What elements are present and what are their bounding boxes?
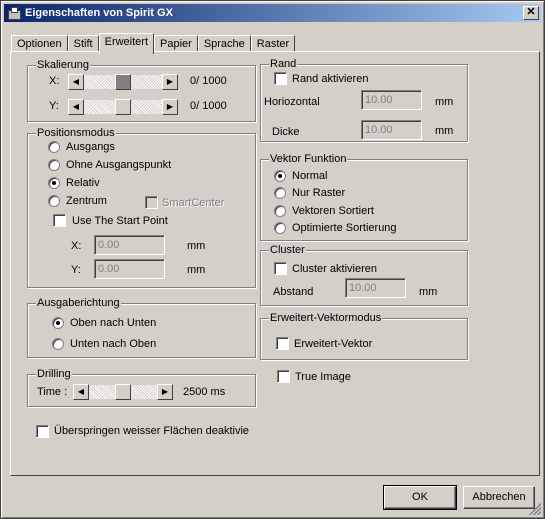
skalierung-title: Skalierung (36, 59, 90, 71)
vektor-title: Vektor Funktion (269, 153, 348, 165)
properties-dialog: Eigenschaften von Spirit GX ✕ Optionen S… (0, 0, 545, 519)
radio-ausgangs-label[interactable]: Ausgangs (66, 141, 115, 154)
rand-title: Rand (269, 58, 298, 70)
radio-nur-raster[interactable] (274, 187, 286, 199)
scale-x-label: X: (49, 75, 60, 87)
rand-horizontal-unit: mm (435, 96, 454, 108)
radio-unten-nach-oben-label[interactable]: Unten nach Oben (70, 338, 156, 351)
drilling-time-value: 2500 ms (183, 386, 226, 398)
tab-erweitert[interactable]: Erweitert (98, 33, 155, 54)
slider-thumb[interactable] (115, 99, 131, 115)
radio-relativ[interactable] (48, 177, 60, 189)
radio-ohne-ausgangspunkt-label[interactable]: Ohne Ausgangspunkt (66, 159, 171, 172)
radio-oben-nach-unten[interactable] (52, 317, 64, 329)
scale-x-slider[interactable]: ◀ ▶ (68, 74, 178, 90)
rand-thickness-label: Dicke (272, 126, 300, 138)
rand-group: Rand Rand aktivieren Horiozontal 10.00 m… (260, 58, 468, 142)
skalierung-group: Skalierung X: ◀ ▶ 0/ 1000 Y: ◀ ▶ 0/ 1000 (27, 59, 256, 122)
radio-normal[interactable] (274, 170, 286, 182)
start-y-field[interactable]: 0.00 (94, 259, 165, 279)
cluster-title: Cluster (269, 244, 306, 256)
drilling-group: Drilling Time : ◀ ▶ 2500 ms (27, 368, 256, 407)
rand-thickness-field[interactable]: 10.00 (361, 120, 422, 140)
arrow-right-icon[interactable]: ▶ (162, 99, 178, 115)
rand-horizontal-label: Horiozontal (264, 96, 320, 108)
positionsmodus-title: Positionsmodus (36, 127, 116, 139)
start-x-unit: mm (187, 240, 206, 252)
smartcenter-checkbox[interactable] (145, 196, 158, 209)
cluster-group: Cluster Cluster aktivieren Abstand 10.00… (260, 244, 468, 306)
resize-grip[interactable] (529, 503, 541, 515)
scale-x-value: 0/ 1000 (190, 75, 227, 87)
ok-button[interactable]: OK (383, 485, 457, 510)
cluster-distance-label: Abstand (273, 286, 314, 298)
positionsmodus-group: Positionsmodus Ausgangs Ohne Ausgangspun… (27, 127, 256, 288)
arrow-right-icon[interactable]: ▶ (157, 384, 173, 400)
radio-nur-raster-label[interactable]: Nur Raster (292, 187, 345, 200)
slider-thumb[interactable] (115, 74, 131, 90)
arrow-left-icon[interactable]: ◀ (73, 384, 89, 400)
ausgaberichtung-group: Ausgaberichtung Oben nach Unten Unten na… (27, 297, 256, 358)
printer-icon (7, 6, 21, 20)
erweitert-vektor-title: Erweitert-Vektormodus (269, 312, 383, 324)
rand-thickness-unit: mm (435, 125, 454, 137)
start-x-label: X: (71, 240, 82, 252)
scale-y-value: 0/ 1000 (190, 100, 227, 112)
radio-vektoren-sortiert[interactable] (274, 205, 286, 217)
vektor-group: Vektor Funktion Normal Nur Raster Vektor… (260, 153, 468, 241)
start-y-label: Y: (71, 264, 81, 276)
tab-panel: Skalierung X: ◀ ▶ 0/ 1000 Y: ◀ ▶ 0/ 1000… (10, 51, 540, 476)
radio-zentrum-label[interactable]: Zentrum (66, 195, 107, 208)
radio-vektoren-sortiert-label[interactable]: Vektoren Sortiert (292, 205, 374, 218)
window-title: Eigenschaften von Spirit GX (25, 7, 173, 19)
close-button[interactable]: ✕ (523, 6, 539, 20)
radio-ohne-ausgangspunkt[interactable] (48, 159, 60, 171)
cancel-button[interactable]: Abbrechen (463, 486, 535, 509)
tab-strip: Optionen Stift Erweitert Papier Sprache … (11, 33, 296, 54)
scale-y-label: Y: (49, 100, 59, 112)
radio-optimierte-sortierung[interactable] (274, 222, 286, 234)
cluster-distance-unit: mm (419, 286, 438, 298)
cluster-activate-label[interactable]: Cluster aktivieren (292, 263, 377, 276)
rand-horizontal-field[interactable]: 10.00 (361, 90, 422, 110)
radio-unten-nach-oben[interactable] (52, 338, 64, 350)
start-y-unit: mm (187, 264, 206, 276)
close-icon: ✕ (526, 6, 536, 18)
cluster-distance-field[interactable]: 10.00 (345, 278, 406, 298)
rand-activate-checkbox[interactable] (274, 72, 287, 85)
erweitert-vektor-checkbox[interactable] (276, 337, 289, 350)
radio-oben-nach-unten-label[interactable]: Oben nach Unten (70, 317, 156, 330)
arrow-left-icon[interactable]: ◀ (68, 74, 84, 90)
radio-ausgangs[interactable] (48, 141, 60, 153)
rand-activate-label[interactable]: Rand aktivieren (292, 73, 368, 86)
true-image-checkbox[interactable] (277, 370, 290, 383)
erweitert-vektor-group: Erweitert-Vektormodus Erweitert-Vektor (260, 312, 468, 360)
use-start-point-checkbox[interactable] (53, 214, 66, 227)
use-start-point-label[interactable]: Use The Start Point (72, 215, 168, 228)
erweitert-vektor-label[interactable]: Erweitert-Vektor (294, 338, 372, 351)
smartcenter-label: SmartCenter (162, 197, 225, 209)
radio-optimierte-sortierung-label[interactable]: Optimierte Sortierung (292, 222, 397, 235)
arrow-right-icon[interactable]: ▶ (162, 74, 178, 90)
true-image-label[interactable]: True Image (295, 371, 351, 384)
radio-relativ-label[interactable]: Relativ (66, 177, 100, 190)
scale-y-slider[interactable]: ◀ ▶ (68, 99, 178, 115)
start-x-field[interactable]: 0.00 (94, 235, 165, 255)
arrow-left-icon[interactable]: ◀ (68, 99, 84, 115)
drilling-time-slider[interactable]: ◀ ▶ (73, 384, 173, 400)
drilling-title: Drilling (36, 368, 72, 380)
skip-white-checkbox[interactable] (36, 425, 49, 438)
drilling-time-label: Time : (37, 386, 68, 398)
radio-normal-label[interactable]: Normal (292, 170, 327, 183)
skip-white-label[interactable]: Überspringen weisser Flächen deaktivie (54, 425, 249, 438)
radio-zentrum[interactable] (48, 195, 60, 207)
slider-thumb[interactable] (115, 384, 131, 400)
cluster-activate-checkbox[interactable] (274, 262, 287, 275)
title-bar[interactable]: Eigenschaften von Spirit GX ✕ (4, 4, 541, 22)
ausgaberichtung-title: Ausgaberichtung (36, 297, 121, 309)
